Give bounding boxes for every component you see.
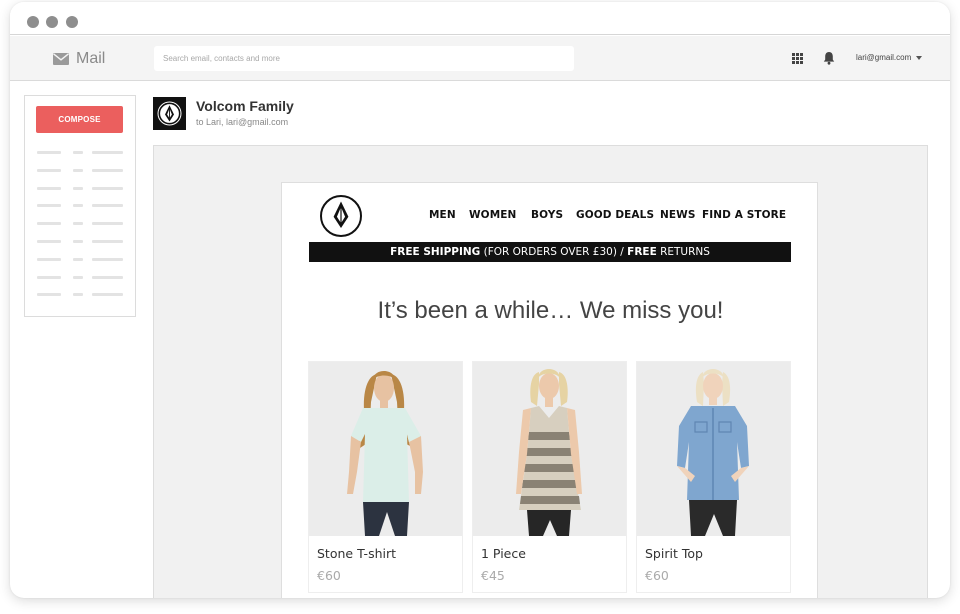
window-minimize-dot[interactable] [46,16,58,28]
banner-free: FREE [627,246,657,258]
email-body-frame: MEN WOMEN BOYS GOOD DEALS NEWS FIND A ST… [153,145,928,598]
nav-men[interactable]: MEN [429,209,456,221]
product-name: Stone T-shirt [317,546,397,561]
nav-good-deals[interactable]: GOOD DEALS [576,209,654,221]
search-box[interactable] [154,46,574,71]
product-price: €60 [645,568,669,583]
product-name: 1 Piece [481,546,526,561]
account-menu[interactable]: lari@gmail.com [856,53,923,62]
product-card[interactable]: Stone T-shirt €60 [308,361,463,593]
volcom-logo-icon[interactable] [320,195,362,237]
bell-icon[interactable] [823,51,835,65]
app-name: Mail [76,50,106,67]
product-price: €45 [481,568,505,583]
caret-down-icon [916,55,923,60]
banner-condition: (FOR ORDERS OVER £30) / [480,246,628,258]
mail-logo[interactable]: Mail [53,49,105,69]
message-recipients: to Lari, lari@gmail.com [196,117,289,127]
nav-find-a-store[interactable]: FIND A STORE [702,209,786,221]
product-card[interactable]: 1 Piece €45 [472,361,627,593]
product-image[interactable] [309,362,462,536]
envelope-icon [53,53,69,65]
model-photo-1-piece [473,362,626,536]
browser-window: Mail lari@gmail.com COMPOSE [10,2,950,598]
email-content: MEN WOMEN BOYS GOOD DEALS NEWS FIND A ST… [281,182,818,598]
product-image[interactable] [637,362,790,536]
email-headline: It’s been a while… We miss you! [377,297,724,324]
mail-sidebar: COMPOSE [24,95,136,317]
product-name: Spirit Top [645,546,703,561]
apps-grid-icon[interactable] [792,53,803,64]
model-photo-spirit-top [637,362,790,536]
model-photo-stone-tshirt [309,362,462,536]
nav-women[interactable]: WOMEN [469,209,516,221]
nav-news[interactable]: NEWS [660,209,696,221]
banner-free-shipping: FREE SHIPPING [390,246,481,258]
mail-app-bar: Mail lari@gmail.com [10,36,950,81]
search-input[interactable] [154,46,574,71]
sender-name[interactable]: Volcom Family [196,98,294,114]
shipping-banner: FREE SHIPPING (FOR ORDERS OVER £30) / FR… [309,242,791,262]
account-email: lari@gmail.com [856,53,912,62]
compose-button[interactable]: COMPOSE [36,106,123,133]
window-close-dot[interactable] [27,16,39,28]
window-titlebar [10,2,950,35]
banner-returns: RETURNS [656,246,710,258]
sender-avatar [153,97,186,130]
window-maximize-dot[interactable] [66,16,78,28]
product-price: €60 [317,568,341,583]
product-card[interactable]: Spirit Top €60 [636,361,791,593]
nav-boys[interactable]: BOYS [531,209,563,221]
product-image[interactable] [473,362,626,536]
